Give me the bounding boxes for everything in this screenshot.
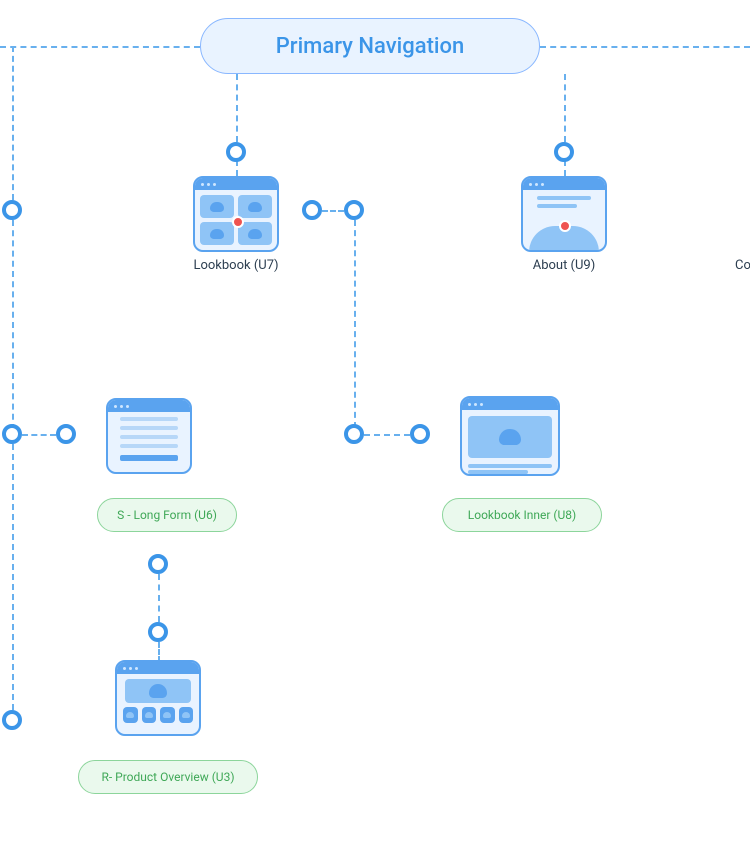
connector-line	[12, 220, 14, 430]
connector-line	[12, 46, 14, 200]
connector-node[interactable]	[344, 200, 364, 220]
connector-node[interactable]	[554, 142, 574, 162]
connector-line	[158, 642, 160, 662]
connector-node[interactable]	[344, 424, 364, 444]
connector-line	[12, 444, 14, 710]
connector-line	[354, 220, 356, 428]
connector-node[interactable]	[2, 424, 22, 444]
connector-node[interactable]	[302, 200, 322, 220]
connector-node[interactable]	[2, 710, 22, 730]
connector-node[interactable]	[410, 424, 430, 444]
connector-line	[364, 434, 410, 436]
connector-line	[236, 74, 238, 142]
lookbook-inner-label[interactable]: Lookbook Inner (U8)	[442, 498, 602, 532]
connector-line	[564, 74, 566, 142]
truncated-node-label: Co	[735, 258, 750, 273]
connector-line	[322, 210, 344, 212]
lookbook-thumbnail[interactable]	[193, 176, 279, 252]
connector-node[interactable]	[148, 554, 168, 574]
connector-line	[158, 574, 160, 622]
about-label: About (U9)	[484, 258, 644, 273]
sitemap-canvas[interactable]: Primary Navigation Lookbook (U7)	[0, 0, 750, 842]
primary-navigation-label: Primary Navigation	[276, 34, 464, 59]
long-form-label[interactable]: S - Long Form (U6)	[97, 498, 237, 532]
connector-line	[0, 46, 200, 48]
connector-line	[236, 160, 238, 176]
connector-line	[564, 160, 566, 176]
about-thumbnail[interactable]	[521, 176, 607, 252]
long-form-thumbnail[interactable]	[106, 398, 192, 474]
connector-line	[22, 434, 56, 436]
primary-navigation-node[interactable]: Primary Navigation	[200, 18, 540, 74]
hotspot-marker-icon	[559, 220, 571, 232]
product-overview-label[interactable]: R- Product Overview (U3)	[78, 760, 258, 794]
hotspot-marker-icon	[232, 216, 244, 228]
connector-node[interactable]	[2, 200, 22, 220]
connector-node[interactable]	[226, 142, 246, 162]
connector-node[interactable]	[56, 424, 76, 444]
connector-line	[540, 46, 750, 48]
lookbook-inner-thumbnail[interactable]	[460, 396, 560, 476]
lookbook-label: Lookbook (U7)	[156, 258, 316, 273]
product-overview-thumbnail[interactable]	[115, 660, 201, 736]
connector-node[interactable]	[148, 622, 168, 642]
